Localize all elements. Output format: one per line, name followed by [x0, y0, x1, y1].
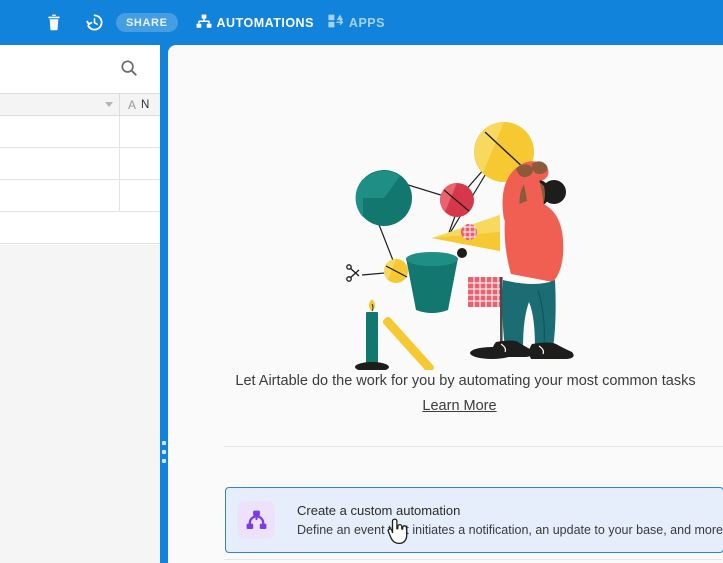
table-row[interactable] [0, 180, 160, 212]
history-button[interactable] [80, 9, 108, 37]
search-button[interactable] [120, 59, 140, 79]
share-button[interactable]: SHARE [116, 13, 178, 32]
automations-panel: Let Airtable do the work for you by auto… [168, 45, 723, 563]
trash-icon [47, 14, 61, 31]
grid-column-headers: A N [0, 93, 160, 116]
section-divider-top [224, 446, 723, 447]
blocks-icon [328, 14, 344, 31]
table-cell[interactable] [120, 116, 160, 147]
table-row[interactable] [0, 148, 160, 180]
table-cell[interactable] [0, 212, 120, 243]
column-header-name[interactable]: A N [120, 94, 160, 115]
rube-goldberg-automation-illustration [340, 120, 620, 373]
table-row-add[interactable] [0, 212, 160, 244]
card-subtitle: Define an event that initiates a notific… [297, 523, 723, 537]
grid-toolbar [0, 45, 160, 93]
panel-tagline: Let Airtable do the work for you by auto… [168, 373, 723, 389]
tab-automations[interactable]: AUTOMATIONS [196, 14, 314, 32]
table-cell[interactable] [0, 116, 120, 147]
table-cell[interactable] [120, 180, 160, 211]
chevron-down-icon[interactable] [105, 102, 113, 107]
grid-view-pane: A N [0, 45, 160, 563]
table-cell[interactable] [0, 148, 120, 179]
text-field-a-icon: A [128, 97, 137, 112]
automation-hierarchy-icon [237, 501, 275, 539]
grid-empty-area [0, 245, 160, 563]
top-toolbar: SHARE AUTOMATIONS APPS [0, 0, 723, 45]
tab-apps[interactable]: APPS [328, 14, 385, 31]
trash-button[interactable] [40, 9, 68, 37]
panel-tagline-text: Let Airtable do the work for you by auto… [235, 373, 696, 389]
section-divider-bottom [224, 559, 723, 560]
table-cell[interactable] [120, 212, 160, 243]
column-header-previous[interactable] [0, 94, 120, 115]
learn-more-link[interactable]: Learn More [394, 398, 496, 414]
learn-more-row: Learn More [168, 397, 723, 415]
tab-apps-label: APPS [348, 15, 385, 30]
search-icon [120, 60, 138, 81]
grid-rows [0, 116, 160, 244]
history-clock-icon [85, 14, 103, 31]
drag-handle-dots-icon[interactable] [162, 441, 166, 463]
create-custom-automation-card[interactable]: Create a custom automation Define an eve… [225, 487, 723, 553]
table-cell[interactable] [120, 148, 160, 179]
table-row[interactable] [0, 116, 160, 148]
hierarchy-icon [196, 14, 212, 32]
share-label: SHARE [126, 16, 168, 29]
column-header-name-label: N [141, 98, 150, 111]
card-title: Create a custom automation [297, 503, 461, 518]
table-cell[interactable] [0, 180, 120, 211]
card-text-block: Create a custom automation Define an eve… [297, 503, 723, 537]
tab-automations-label: AUTOMATIONS [216, 15, 314, 30]
panel-resize-divider[interactable] [160, 45, 168, 563]
